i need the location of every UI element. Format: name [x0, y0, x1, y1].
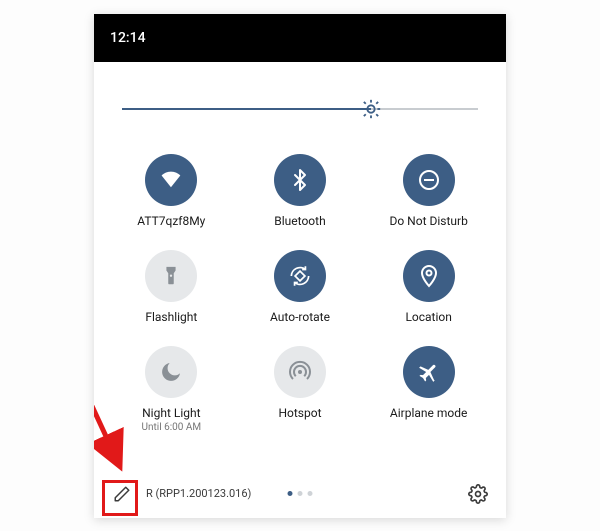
- phone-frame: 12:14 ATT7qzf8My: [94, 14, 506, 518]
- flashlight-icon: [145, 250, 197, 302]
- pencil-icon: [113, 485, 131, 503]
- build-label: R (RPP1.200123.016): [146, 487, 251, 500]
- brightness-slider[interactable]: [122, 94, 478, 126]
- brightness-fill: [122, 108, 371, 110]
- tile-label: Hotspot: [278, 406, 321, 420]
- status-bar: 12:14: [94, 14, 506, 62]
- hotspot-icon: [274, 346, 326, 398]
- tile-wifi[interactable]: ATT7qzf8My: [112, 154, 231, 228]
- tile-label: ATT7qzf8My: [137, 214, 205, 228]
- wifi-icon: [145, 154, 197, 206]
- tile-hotspot[interactable]: Hotspot: [241, 346, 360, 433]
- settings-button[interactable]: [464, 480, 492, 508]
- page-indicator[interactable]: [288, 491, 313, 496]
- quick-settings-panel: ATT7qzf8My Bluetooth Do Not Disturb Flas…: [94, 62, 506, 433]
- tile-flashlight[interactable]: Flashlight: [112, 250, 231, 324]
- tile-label: Auto-rotate: [270, 310, 330, 324]
- bluetooth-icon: [274, 154, 326, 206]
- tile-label: Flashlight: [145, 310, 197, 324]
- tile-label: Do Not Disturb: [389, 214, 467, 228]
- tiles-grid: ATT7qzf8My Bluetooth Do Not Disturb Flas…: [112, 154, 488, 433]
- nightlight-icon: [145, 346, 197, 398]
- tile-location[interactable]: Location: [369, 250, 488, 324]
- page-dot: [308, 491, 313, 496]
- clock: 12:14: [110, 30, 146, 46]
- airplane-icon: [403, 346, 455, 398]
- tile-label: Airplane mode: [390, 406, 467, 420]
- location-icon: [403, 250, 455, 302]
- page-dot: [298, 491, 303, 496]
- tile-label: Location: [405, 310, 451, 324]
- tile-bluetooth[interactable]: Bluetooth: [241, 154, 360, 228]
- autorotate-icon: [274, 250, 326, 302]
- edit-button[interactable]: [108, 480, 136, 508]
- tile-label: Night Light: [142, 406, 200, 420]
- tile-autorotate[interactable]: Auto-rotate: [241, 250, 360, 324]
- tile-label: Bluetooth: [274, 214, 325, 228]
- footer-bar: R (RPP1.200123.016): [94, 476, 506, 512]
- gear-icon: [468, 484, 488, 504]
- tile-sublabel: Until 6:00 AM: [142, 422, 202, 433]
- brightness-thumb-icon[interactable]: [360, 98, 382, 120]
- tile-airplane[interactable]: Airplane mode: [369, 346, 488, 433]
- page-dot: [288, 491, 293, 496]
- dnd-icon: [403, 154, 455, 206]
- tile-dnd[interactable]: Do Not Disturb: [369, 154, 488, 228]
- tile-nightlight[interactable]: Night Light Until 6:00 AM: [112, 346, 231, 433]
